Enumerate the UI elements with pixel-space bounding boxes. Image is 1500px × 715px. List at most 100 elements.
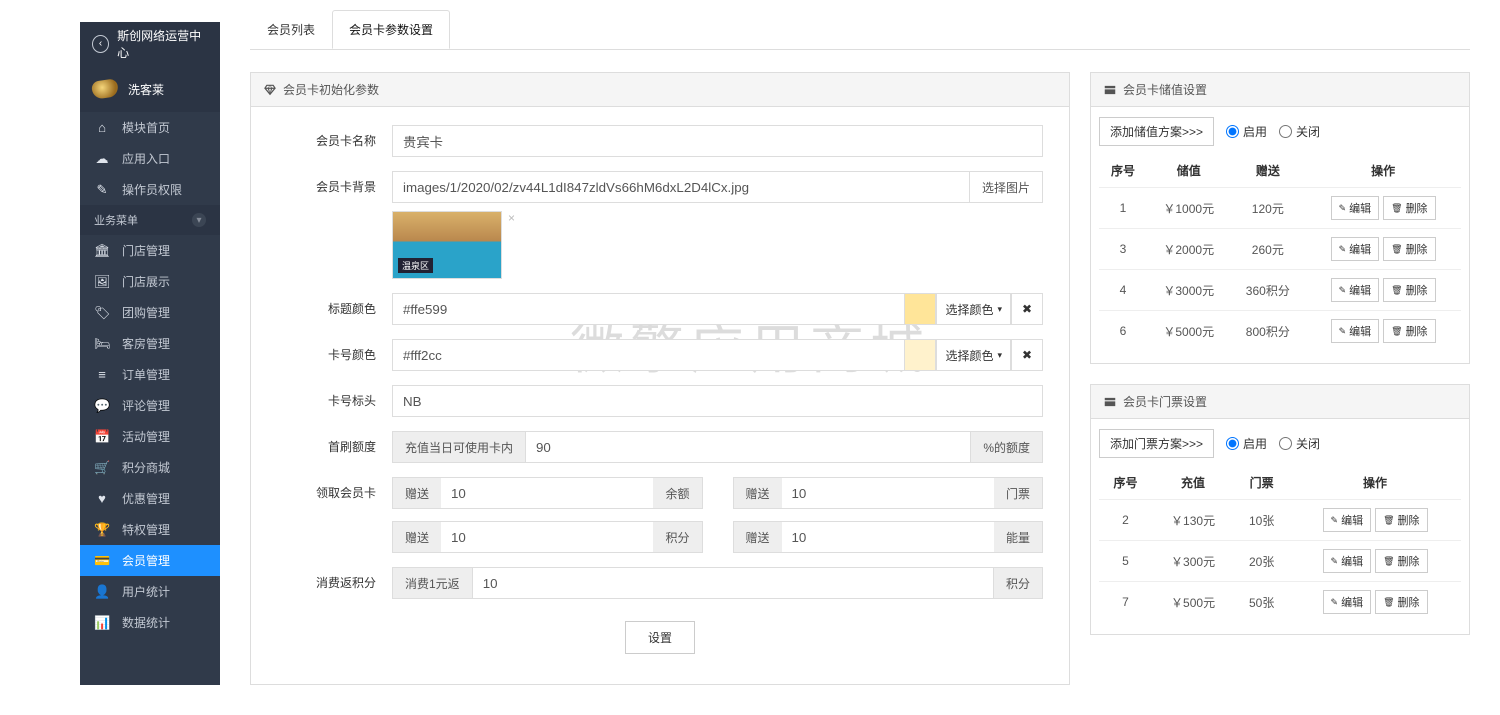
ticket-enable-radio[interactable]: 启用 <box>1226 435 1267 452</box>
edit-button[interactable]: ✎编辑 <box>1323 508 1372 532</box>
edit-button[interactable]: ✎编辑 <box>1331 278 1380 302</box>
tabs: 会员列表会员卡参数设置 <box>250 10 1470 50</box>
gift-label: 赠送 <box>392 477 441 509</box>
label-receive: 领取会员卡 <box>277 477 392 501</box>
tab[interactable]: 会员列表 <box>250 10 332 49</box>
sidebar-item-shop[interactable]: 🛒积分商城 <box>80 452 220 483</box>
sidebar-item-home[interactable]: ⌂模块首页 <box>80 112 220 143</box>
sidebar-item-entry[interactable]: ☁应用入口 <box>80 143 220 174</box>
group-icon: 🏷 <box>94 305 110 321</box>
sidebar-item-label: 优惠管理 <box>122 490 170 507</box>
sidebar-item-group[interactable]: 🏷 团购管理 <box>80 297 220 328</box>
trash-icon: 🗑 <box>1383 556 1394 567</box>
add-recharge-button[interactable]: 添加储值方案>>> <box>1099 117 1214 146</box>
gift-energy-input[interactable] <box>782 521 994 553</box>
title-color-clear-button[interactable]: ✖ <box>1011 293 1043 325</box>
nav-group-label: 业务菜单 <box>94 212 138 228</box>
sidebar-item-label: 活动管理 <box>122 428 170 445</box>
brand-name: 洗客莱 <box>128 81 164 98</box>
sidebar-item-label: 会员管理 <box>122 552 170 569</box>
gift-ticket-input[interactable] <box>782 477 994 509</box>
sidebar-item-user[interactable]: 👤用户统计 <box>80 576 220 607</box>
sidebar-item-label: 特权管理 <box>122 521 170 538</box>
edit-button[interactable]: ✎编辑 <box>1331 237 1380 261</box>
pencil-icon: ✎ <box>1339 285 1347 296</box>
nav-group-business[interactable]: 业务菜单 ▾ <box>80 205 220 235</box>
recharge-panel: 会员卡储值设置 添加储值方案>>> 启用 关闭 序号 储值 赠送 <box>1090 72 1470 364</box>
back-icon[interactable]: ‹ <box>92 35 109 53</box>
prefix-input[interactable] <box>392 385 1043 417</box>
label-prefix: 卡号标头 <box>277 385 392 409</box>
edit-button[interactable]: ✎编辑 <box>1323 590 1372 614</box>
sidebar-item-perm[interactable]: ✎操作员权限 <box>80 174 220 205</box>
title-color-picker-button[interactable]: 选择颜色▾ <box>936 293 1011 325</box>
recharge-disable-radio[interactable]: 关闭 <box>1279 123 1320 140</box>
sidebar-item-priv[interactable]: 🏆特权管理 <box>80 514 220 545</box>
sidebar-item-member[interactable]: 💳 会员管理 <box>80 545 220 576</box>
sidebar-item-show[interactable]: 🖼门店展示 <box>80 266 220 297</box>
sidebar-item-room[interactable]: 🛏客房管理 <box>80 328 220 359</box>
sidebar-item-store[interactable]: 🏛门店管理 <box>80 235 220 266</box>
ticket-table: 序号 充值 门票 操作 2￥130元10张✎编辑🗑删除5￥300元20张✎编辑🗑… <box>1099 466 1461 622</box>
gift-point-input[interactable] <box>441 521 653 553</box>
bg-thumbnail[interactable]: 温泉区 <box>392 211 502 279</box>
delete-button[interactable]: 🗑删除 <box>1383 237 1435 261</box>
delete-button[interactable]: 🗑删除 <box>1375 549 1427 573</box>
delete-button[interactable]: 🗑删除 <box>1383 278 1435 302</box>
unit-ticket: 门票 <box>994 477 1043 509</box>
delete-button[interactable]: 🗑删除 <box>1383 319 1435 343</box>
member-icon: 💳 <box>94 553 110 569</box>
caret-down-icon: ▾ <box>997 304 1002 315</box>
first-limit-input[interactable] <box>525 431 970 463</box>
store-icon: 🏛 <box>94 243 110 259</box>
choose-image-button[interactable]: 选择图片 <box>969 171 1043 203</box>
sidebar-item-label: 积分商城 <box>122 459 170 476</box>
tab[interactable]: 会员卡参数设置 <box>332 10 450 49</box>
sidebar-item-order[interactable]: ≡订单管理 <box>80 359 220 390</box>
delete-button[interactable]: 🗑删除 <box>1383 196 1435 220</box>
sidebar-item-comment[interactable]: 💬评论管理 <box>80 390 220 421</box>
edit-button[interactable]: ✎编辑 <box>1331 319 1380 343</box>
edit-button[interactable]: ✎编辑 <box>1323 549 1372 573</box>
col-recharge: 充值 <box>1152 466 1234 500</box>
col-op: 操作 <box>1289 466 1461 500</box>
ticket-disable-radio[interactable]: 关闭 <box>1279 435 1320 452</box>
sidebar-item-label: 团购管理 <box>122 304 170 321</box>
sidebar-item-label: 客房管理 <box>122 335 170 352</box>
title-color-input[interactable] <box>392 293 904 325</box>
recharge-table: 序号 储值 赠送 操作 1￥1000元120元✎编辑🗑删除3￥2000元260元… <box>1099 154 1461 351</box>
sidebar-header: ‹ 斯创网络运营中心 <box>80 22 220 66</box>
number-color-input[interactable] <box>392 339 904 371</box>
pencil-icon: ✎ <box>1331 556 1339 567</box>
edit-button[interactable]: ✎编辑 <box>1331 196 1380 220</box>
gift-balance-input[interactable] <box>441 477 653 509</box>
number-color-clear-button[interactable]: ✖ <box>1011 339 1043 371</box>
sidebar-item-event[interactable]: 📅 活动管理 <box>80 421 220 452</box>
add-ticket-button[interactable]: 添加门票方案>>> <box>1099 429 1214 458</box>
event-icon: 📅 <box>94 429 110 445</box>
sidebar-item-label: 模块首页 <box>122 119 170 136</box>
submit-button[interactable]: 设置 <box>625 621 695 654</box>
sidebar-item-label: 门店展示 <box>122 273 170 290</box>
sidebar-item-coupon[interactable]: ♥优惠管理 <box>80 483 220 514</box>
table-row: 7￥500元50张✎编辑🗑删除 <box>1099 582 1461 623</box>
delete-button[interactable]: 🗑删除 <box>1375 508 1427 532</box>
pencil-icon: ✎ <box>1339 244 1347 255</box>
card-bg-input[interactable] <box>392 171 969 203</box>
table-row: 1￥1000元120元✎编辑🗑删除 <box>1099 188 1461 229</box>
perm-icon: ✎ <box>94 182 110 198</box>
entry-icon: ☁ <box>94 151 110 167</box>
recharge-enable-radio[interactable]: 启用 <box>1226 123 1267 140</box>
number-color-picker-button[interactable]: 选择颜色▾ <box>936 339 1011 371</box>
card-name-input[interactable] <box>392 125 1043 157</box>
sidebar-item-chart[interactable]: 📊数据统计 <box>80 607 220 638</box>
trash-icon: 🗑 <box>1383 597 1394 608</box>
remove-thumb-icon[interactable]: × <box>508 211 515 225</box>
return-input[interactable] <box>472 567 993 599</box>
sidebar-item-label: 用户统计 <box>122 583 170 600</box>
main: 会员列表会员卡参数设置 会员卡初始化参数 会员卡名称 <box>220 0 1500 685</box>
label-title-color: 标题颜色 <box>277 293 392 317</box>
delete-button[interactable]: 🗑删除 <box>1375 590 1427 614</box>
first-limit-suffix: %的额度 <box>970 431 1043 463</box>
trash-icon: 🗑 <box>1391 326 1402 337</box>
